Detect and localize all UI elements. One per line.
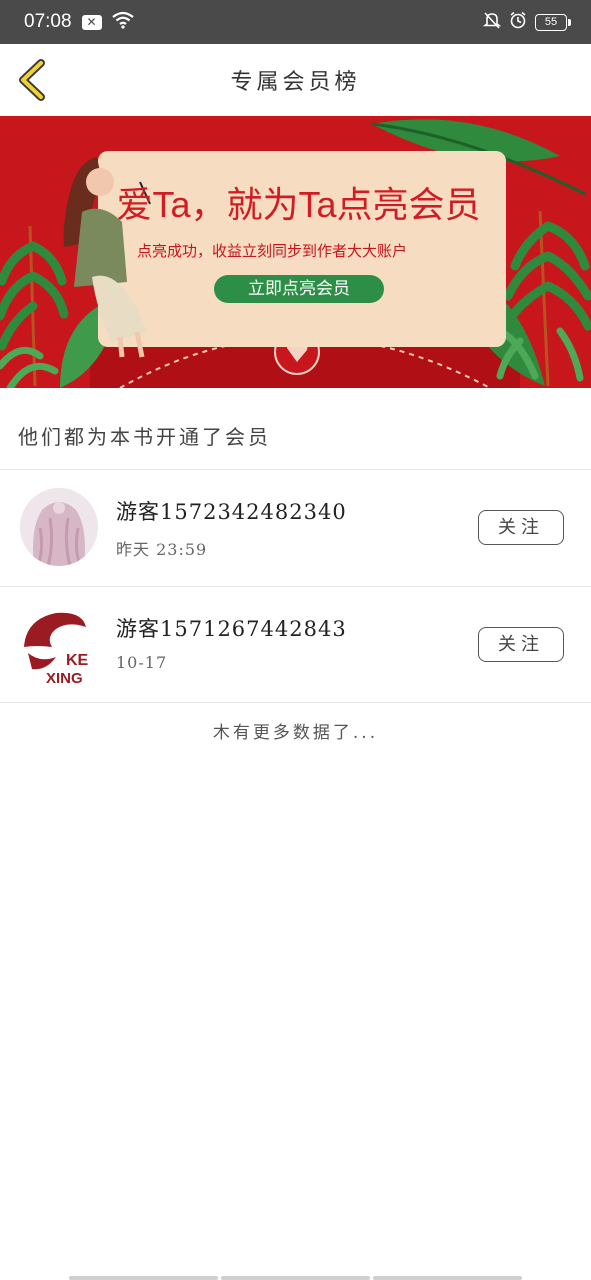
status-bar: 07:08 ✕ 55 [0, 0, 591, 44]
girl-avatar-icon [20, 488, 98, 566]
follow-button[interactable]: 关注 [478, 510, 564, 545]
member-name: 游客1572342482340 [116, 500, 347, 524]
gesture-bar [69, 1276, 522, 1280]
alarm-icon [509, 11, 527, 33]
wifi-icon [111, 11, 134, 33]
member-avatar[interactable] [20, 488, 98, 566]
back-button[interactable] [14, 58, 50, 102]
no-more-data-text: 木有更多数据了... [212, 723, 379, 743]
member-avatar[interactable]: KE XING [16, 607, 94, 685]
notification-box-icon: ✕ [81, 14, 102, 30]
mute-bell-icon [482, 11, 502, 33]
kexing-logo-text-bottom: XING [46, 670, 83, 685]
member-row[interactable]: 游客1572342482340 昨天 23:59 关注 [0, 470, 591, 586]
battery-icon: 55 [535, 13, 571, 31]
kexing-logo-icon: KE XING [24, 612, 89, 685]
promo-banner[interactable]: 爱Ta，就为Ta点亮会员 点亮成功，收益立刻同步到作者大大账户 立即点亮会员 [0, 116, 591, 388]
header: 专属会员榜 [0, 44, 591, 116]
divider [0, 702, 591, 703]
kexing-logo-text-top: KE [66, 652, 89, 669]
banner-headline: 爱Ta，就为Ta点亮会员 [116, 184, 481, 225]
member-time: 昨天 23:59 [116, 540, 208, 559]
member-name: 游客1571267442843 [116, 617, 347, 641]
status-time: 07:08 [24, 11, 72, 32]
member-row[interactable]: KE XING 游客1571267442843 10-17 关注 [0, 587, 591, 703]
chevron-left-icon [19, 59, 45, 101]
follow-button[interactable]: 关注 [478, 627, 564, 662]
light-up-membership-button[interactable]: 立即点亮会员 [214, 275, 384, 303]
section-title: 他们都为本书开通了会员 [18, 425, 271, 449]
banner-subtitle: 点亮成功，收益立刻同步到作者大大账户 [137, 242, 408, 260]
member-time: 10-17 [116, 653, 168, 672]
page-title: 专属会员榜 [230, 70, 361, 95]
